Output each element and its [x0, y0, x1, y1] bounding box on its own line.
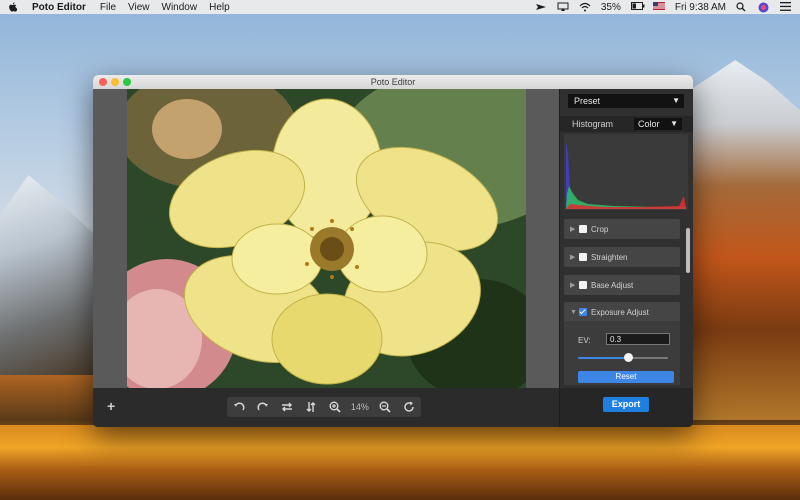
zoom-level: 14%	[350, 402, 369, 412]
photo-preview[interactable]	[127, 89, 526, 388]
image-canvas[interactable]	[93, 89, 559, 388]
refresh-icon	[404, 401, 414, 412]
section-crop[interactable]: ▶ Crop	[564, 219, 680, 239]
us-flag-icon[interactable]	[652, 2, 665, 12]
section-label: Straighten	[591, 252, 628, 262]
app-window: Poto Editor + 14% Preset ▼ Histogram Col…	[93, 75, 693, 427]
adjustments-panel: Preset ▼ Histogram Color ▼ ▶ Crop ▶ Stra…	[559, 89, 693, 427]
siri-icon[interactable]	[758, 2, 770, 13]
menu-view[interactable]: View	[128, 2, 150, 13]
crop-checkbox[interactable]	[579, 225, 587, 233]
close-window-button[interactable]	[99, 78, 107, 86]
reset-rotation-button[interactable]	[401, 399, 417, 415]
dropdown-arrow-icon: ▼	[672, 96, 680, 105]
section-label: Base Adjust	[591, 280, 634, 290]
reset-button[interactable]: Reset	[578, 371, 674, 383]
zoom-window-button[interactable]	[123, 78, 131, 86]
zoom-out-button[interactable]	[377, 399, 393, 415]
histogram-mode-value: Color	[638, 119, 660, 129]
bottom-toolbar: + 14%	[93, 388, 559, 427]
flip-horizontal-button[interactable]	[279, 399, 295, 415]
ev-slider[interactable]	[578, 353, 668, 362]
desktop-wallpaper-mountain-left	[0, 175, 95, 375]
add-image-button[interactable]: +	[107, 399, 119, 413]
window-titlebar[interactable]: Poto Editor	[93, 75, 693, 89]
ev-slider-knob[interactable]	[623, 353, 633, 362]
edit-tool-group: 14%	[227, 397, 421, 417]
section-label: Crop	[591, 224, 609, 234]
histogram-chart	[564, 134, 688, 210]
disclosure-triangle-expanded-icon[interactable]: ▼	[570, 309, 577, 316]
wifi-icon[interactable]	[579, 2, 591, 12]
flip-vertical-button[interactable]	[303, 399, 319, 415]
rotate-right-icon	[257, 402, 268, 411]
disclosure-triangle-icon[interactable]: ▶	[570, 253, 576, 261]
flip-horizontal-icon	[281, 402, 292, 412]
ev-label: EV:	[578, 336, 591, 345]
menubar-clock[interactable]: Fri 9:38 AM	[675, 2, 726, 13]
notification-center-icon[interactable]	[780, 2, 792, 12]
straighten-checkbox[interactable]	[579, 253, 587, 261]
spotlight-search-icon[interactable]	[736, 2, 748, 12]
rotate-left-icon	[233, 402, 245, 411]
exposure-controls: EV: 0.3 Reset	[564, 321, 680, 385]
menu-window[interactable]: Window	[162, 2, 198, 13]
histogram-header: Histogram Color ▼	[560, 116, 693, 132]
desktop-wallpaper-lake	[0, 425, 800, 500]
section-label: Exposure Adjust	[591, 307, 649, 317]
ev-value-field[interactable]: 0.3	[606, 333, 670, 345]
section-straighten[interactable]: ▶ Straighten	[564, 247, 680, 267]
battery-percent: 35%	[600, 1, 621, 13]
histogram-label: Histogram	[572, 119, 614, 129]
rotate-left-button[interactable]	[231, 399, 247, 415]
ev-slider-fill	[578, 357, 628, 359]
preset-dropdown[interactable]: Preset ▼	[568, 94, 684, 108]
battery-icon[interactable]	[630, 2, 645, 12]
panel-footer: Export	[560, 388, 693, 427]
base-adjust-checkbox[interactable]	[579, 281, 587, 289]
menu-file[interactable]: File	[100, 2, 116, 13]
apple-menu-icon[interactable]	[8, 2, 18, 12]
panel-scrollbar[interactable]	[686, 228, 690, 273]
cast-icon[interactable]	[557, 2, 569, 12]
disclosure-triangle-icon[interactable]: ▶	[570, 281, 576, 289]
dropdown-arrow-icon: ▼	[670, 119, 678, 128]
flip-vertical-icon	[306, 402, 316, 412]
airplane-icon[interactable]	[535, 2, 547, 12]
export-button[interactable]: Export	[603, 397, 649, 412]
preset-value: Preset	[574, 96, 601, 106]
window-title: Poto Editor	[370, 77, 416, 87]
zoom-in-icon	[329, 401, 341, 413]
section-base-adjust[interactable]: ▶ Base Adjust	[564, 275, 680, 295]
menu-help[interactable]: Help	[209, 2, 230, 13]
exposure-adjust-checkbox[interactable]	[579, 308, 587, 316]
menu-bar: Poto Editor File View Window Help 35% Fr…	[0, 0, 800, 14]
flower-photo	[127, 89, 526, 388]
desktop-wallpaper-mountain-right	[692, 60, 800, 420]
zoom-in-button[interactable]	[327, 399, 343, 415]
rotate-right-button[interactable]	[255, 399, 271, 415]
app-menu[interactable]: Poto Editor	[32, 2, 86, 13]
minimize-window-button[interactable]	[111, 78, 119, 86]
zoom-out-icon	[379, 401, 391, 413]
section-exposure-adjust[interactable]: ▼ Exposure Adjust	[564, 302, 680, 322]
histogram-mode-dropdown[interactable]: Color ▼	[634, 118, 682, 130]
disclosure-triangle-icon[interactable]: ▶	[570, 225, 576, 233]
